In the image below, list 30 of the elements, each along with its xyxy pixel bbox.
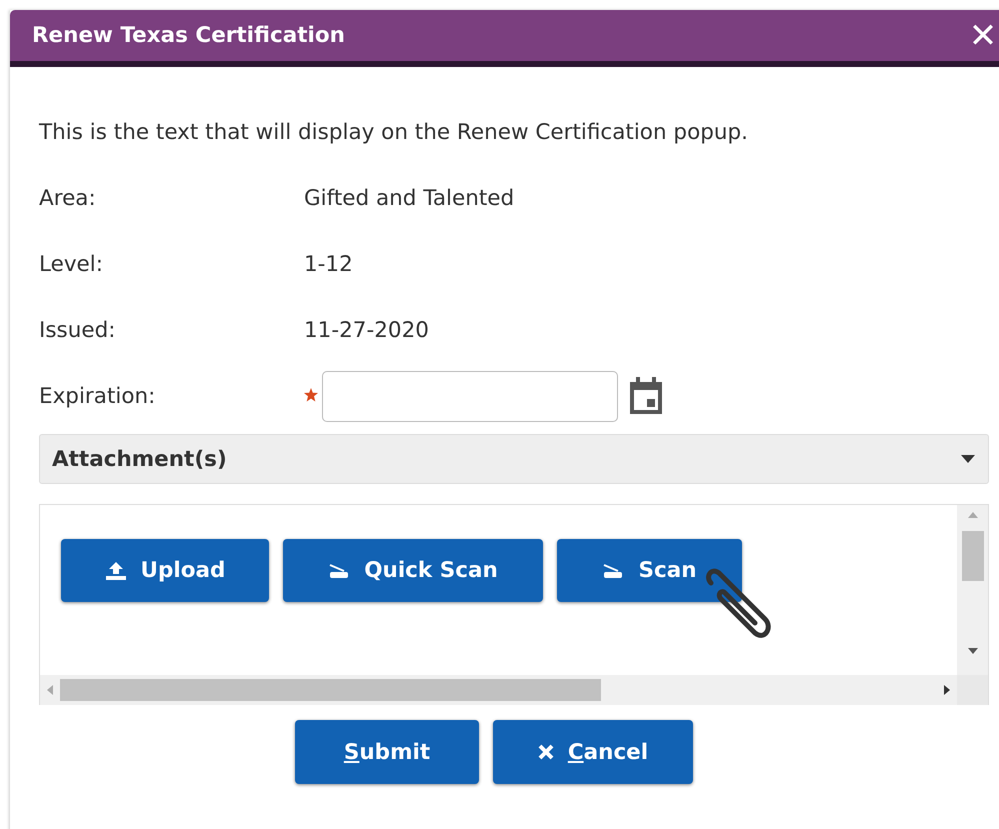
scan-button[interactable]: Quick Scan: [283, 539, 543, 602]
scroll-left-icon[interactable]: [46, 684, 54, 696]
section-title: Attachment(s): [52, 446, 227, 472]
close-button[interactable]: ✕: [966, 16, 999, 56]
scanner-icon: [328, 562, 350, 578]
scan-button[interactable]: Scan: [557, 539, 742, 602]
caret-icon[interactable]: [960, 454, 976, 464]
scroll-up-icon[interactable]: [966, 511, 978, 519]
window-title: Renew Texas Certification: [32, 23, 345, 48]
field-value: 11-27-2020: [304, 318, 429, 342]
field-label: Expiration:: [39, 384, 156, 408]
field-label: Level:: [39, 252, 104, 276]
upload-button[interactable]: Upload: [61, 539, 269, 602]
upload-icon: [104, 560, 127, 580]
field-label: Area:: [39, 186, 97, 210]
scrollbar-thumb[interactable]: [962, 531, 984, 581]
scroll-right-icon[interactable]: [943, 684, 951, 696]
field-value: Gifted and Talented: [304, 186, 514, 210]
scanner-icon: [602, 562, 624, 578]
close-icon: [538, 744, 554, 760]
scroll-down-icon[interactable]: [966, 647, 978, 655]
field-label: Issued:: [39, 318, 116, 342]
submit-button[interactable]: Submit: [295, 720, 479, 784]
intro-text: This is the text that will display on the Renew Certification popup.: [39, 118, 749, 146]
calendar-icon[interactable]: [628, 376, 664, 416]
field-value: 1-12: [304, 252, 353, 276]
scrollbar-thumb[interactable]: [60, 679, 601, 701]
date-field[interactable]: [322, 370, 618, 422]
attachments-header[interactable]: Attachment(s): [39, 434, 989, 484]
cancel-button[interactable]: Cancel: [493, 720, 693, 784]
